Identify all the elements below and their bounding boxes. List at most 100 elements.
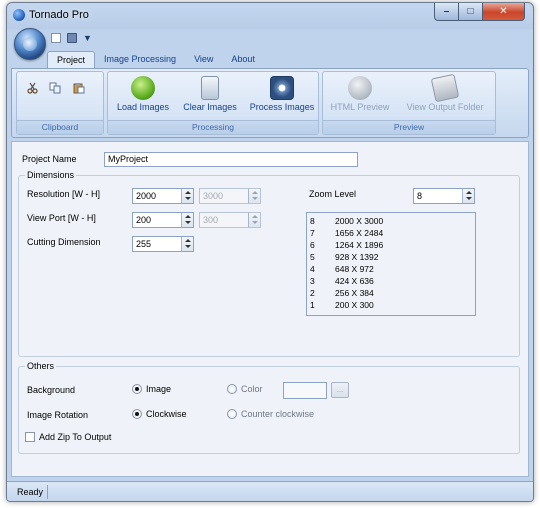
viewport-width-stepper[interactable]: 200	[132, 212, 194, 228]
close-button[interactable]: ✕	[483, 3, 525, 21]
cutting-dimension-stepper[interactable]: 255	[132, 236, 194, 252]
process-images-button[interactable]: Process Images	[246, 76, 318, 118]
clipboard-group-label: Clipboard	[17, 120, 103, 134]
cutting-dimension-value: 255	[136, 239, 152, 249]
maximize-button[interactable]: □	[459, 3, 483, 21]
processing-group: Load Images Clear Images Process Images …	[107, 71, 319, 135]
radio-unselected-icon	[227, 409, 237, 419]
ribbon-panel: Clipboard Load Images Clear Images Proce…	[11, 68, 529, 138]
ribbon-tabs: Project Image Processing View About	[47, 51, 264, 69]
preview-group-label: Preview	[323, 120, 495, 134]
clear-images-button[interactable]: Clear Images	[178, 76, 242, 118]
radio-selected-icon	[132, 409, 142, 419]
minimize-button[interactable]: –	[434, 3, 459, 21]
window-title: Tornado Pro	[29, 9, 89, 21]
customize-toolbar-icon[interactable]: ▼	[83, 33, 92, 43]
stepper-arrows-icon[interactable]	[181, 237, 193, 251]
add-zip-checkbox[interactable]: Add Zip To Output	[25, 432, 111, 442]
stepper-arrows-icon	[248, 213, 260, 227]
processing-group-label: Processing	[108, 120, 318, 134]
gear-icon	[270, 76, 294, 100]
cutting-dimension-label: Cutting Dimension	[27, 237, 101, 247]
others-legend: Others	[25, 361, 57, 371]
application-menu-button[interactable]	[14, 28, 46, 60]
list-item[interactable]: 5 928 X 1392	[307, 251, 475, 263]
background-label: Background	[27, 385, 76, 395]
viewport-height-stepper: 300	[199, 212, 261, 228]
view-output-folder-button[interactable]: View Output Folder	[397, 73, 493, 118]
viewport-width-value: 200	[136, 215, 152, 225]
zoom-level-stepper[interactable]: 8	[413, 188, 475, 204]
tab-about[interactable]: About	[222, 51, 264, 69]
status-divider	[47, 485, 48, 499]
tab-view[interactable]: View	[185, 51, 222, 69]
list-item[interactable]: 8 2000 X 3000	[307, 215, 475, 227]
preview-group: HTML Preview View Output Folder Preview	[322, 71, 496, 135]
list-item[interactable]: 2 256 X 384	[307, 287, 475, 299]
magnifier-icon	[348, 76, 372, 100]
maximize-icon: □	[467, 6, 474, 17]
background-image-label: Image	[146, 384, 172, 394]
rotation-clockwise-radio[interactable]: Clockwise	[132, 409, 187, 419]
zoom-level-label: Zoom Level	[309, 189, 357, 199]
html-preview-label: HTML Preview	[330, 102, 390, 112]
list-item[interactable]: 1 200 X 300	[307, 299, 475, 311]
stepper-arrows-icon	[248, 189, 260, 203]
list-item[interactable]: 6 1264 X 1896	[307, 239, 475, 251]
list-item[interactable]: 4 648 X 972	[307, 263, 475, 275]
checkbox-icon	[25, 432, 35, 442]
list-item[interactable]: 7 1656 X 2484	[307, 227, 475, 239]
tab-project[interactable]: Project	[47, 51, 96, 69]
zoom-levels-list[interactable]: 8 2000 X 3000 7 1656 X 2484 6 1264 X 1896 5…	[306, 212, 476, 316]
resolution-width-stepper[interactable]: 2000	[132, 188, 194, 204]
copy-icon[interactable]	[49, 82, 61, 94]
project-settings-panel: Project Name MyProject Dimensions Resolu…	[11, 141, 529, 477]
viewport-height-value: 300	[203, 215, 219, 225]
app-icon	[13, 9, 25, 21]
status-text: Ready	[17, 487, 44, 497]
add-zip-label: Add Zip To Output	[39, 432, 112, 442]
save-icon[interactable]	[67, 33, 77, 43]
rotation-counter-clockwise-radio[interactable]: Counter clockwise	[227, 409, 314, 419]
project-name-input[interactable]: MyProject	[104, 152, 358, 167]
new-document-icon[interactable]	[51, 33, 61, 43]
paste-icon[interactable]	[73, 82, 85, 94]
resolution-height-stepper: 3000	[199, 188, 261, 204]
process-images-label: Process Images	[249, 102, 315, 112]
load-images-label: Load Images	[116, 102, 170, 112]
image-rotation-label: Image Rotation	[27, 410, 89, 420]
close-icon: ✕	[499, 6, 508, 17]
viewport-label: View Port [W - H]	[27, 213, 96, 223]
background-color-radio[interactable]: Color	[227, 384, 263, 394]
title-bar[interactable]: Tornado Pro – □ ✕	[7, 3, 533, 27]
background-color-label: Color	[241, 384, 263, 394]
rotation-clockwise-label: Clockwise	[146, 409, 187, 419]
quick-access-toolbar: ▼	[51, 30, 92, 46]
orb-icon	[23, 37, 37, 51]
dimensions-group: Dimensions Resolution [W - H] 2000 3000 …	[18, 170, 520, 357]
rotation-counter-clockwise-label: Counter clockwise	[241, 409, 315, 419]
view-output-folder-label: View Output Folder	[406, 102, 484, 112]
clear-images-label: Clear Images	[183, 102, 237, 112]
resolution-label: Resolution [W - H]	[27, 189, 101, 199]
window-controls: – □ ✕	[434, 3, 525, 21]
choose-color-button: ...	[331, 382, 349, 398]
list-item[interactable]: 3 424 X 636	[307, 275, 475, 287]
resolution-height-value: 3000	[203, 191, 224, 201]
load-images-button[interactable]: Load Images	[112, 76, 174, 118]
color-preview-box	[283, 382, 327, 399]
project-name-label: Project Name	[22, 154, 77, 164]
folder-icon	[430, 73, 460, 103]
radio-unselected-icon	[227, 384, 237, 394]
stepper-arrows-icon[interactable]	[462, 189, 474, 203]
html-preview-button[interactable]: HTML Preview	[327, 76, 393, 118]
tab-image-processing[interactable]: Image Processing	[95, 51, 185, 69]
resolution-width-value: 2000	[136, 191, 157, 201]
others-group: Others Background Image Color ... Image …	[18, 361, 520, 454]
dimensions-legend: Dimensions	[25, 170, 77, 180]
background-image-radio[interactable]: Image	[132, 384, 171, 394]
radio-selected-icon	[132, 384, 142, 394]
stepper-arrows-icon[interactable]	[181, 213, 193, 227]
cut-icon[interactable]	[27, 82, 39, 94]
stepper-arrows-icon[interactable]	[181, 189, 193, 203]
